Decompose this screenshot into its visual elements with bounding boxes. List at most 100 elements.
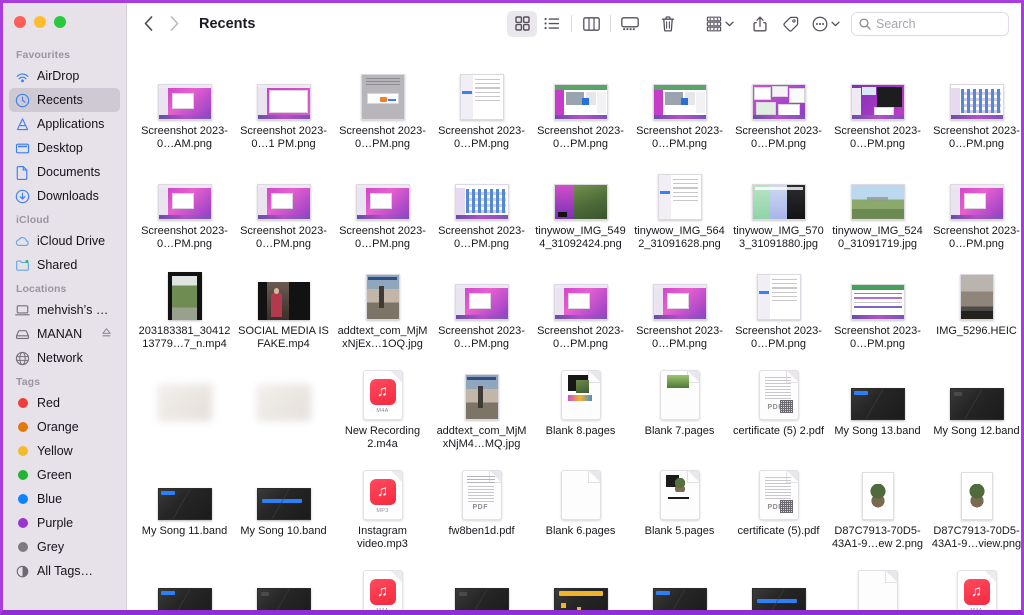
file-item[interactable]: SOCIAL MEDIA IS FAKE.mp4 [234, 258, 333, 358]
close-window-button[interactable] [14, 16, 26, 28]
sidebar-item-documents[interactable]: Documents [9, 160, 120, 184]
file-item[interactable]: PDF certificate (5).pdf [729, 458, 828, 558]
file-item[interactable]: Blank 8.pages [531, 358, 630, 458]
file-item[interactable]: Screenshot 2023-0…PM.png [630, 58, 729, 158]
file-item[interactable]: Screenshot 2023-0…PM.png [432, 158, 531, 258]
file-item[interactable] [828, 558, 927, 610]
file-item[interactable]: Screenshot 2023-0…PM.png [729, 258, 828, 358]
gallery-view-button[interactable] [615, 11, 645, 37]
tags-button[interactable] [775, 11, 805, 37]
file-name-label: Blank 8.pages [545, 425, 616, 437]
sidebar-item-desktop[interactable]: Desktop [9, 136, 120, 160]
file-item[interactable] [135, 558, 234, 610]
delete-button[interactable] [653, 11, 683, 37]
file-item[interactable]: 203183381_3041213779…7_n.mp4 [135, 258, 234, 358]
file-name-label: Screenshot 2023-0…PM.png [636, 125, 723, 150]
sidebar-item-icloud-drive[interactable]: iCloud Drive [9, 229, 120, 253]
file-item[interactable]: Screenshot 2023-0…PM.png [828, 258, 927, 358]
file-item[interactable] [234, 358, 333, 458]
file-item[interactable]: My Song 11.band [135, 458, 234, 558]
file-item[interactable]: Screenshot 2023-0…AM.png [135, 58, 234, 158]
sidebar-item-downloads[interactable]: Downloads [9, 184, 120, 208]
file-item[interactable]: tinywow_IMG_5240_31091719.jpg [828, 158, 927, 258]
file-item[interactable]: Screenshot 2023-0…PM.png [531, 58, 630, 158]
file-item[interactable]: Blank 7.pages [630, 358, 729, 458]
file-item[interactable]: My Song 13.band [828, 358, 927, 458]
file-item[interactable]: Screenshot 2023-0…PM.png [333, 58, 432, 158]
file-item[interactable]: PDF certificate (5) 2.pdf [729, 358, 828, 458]
column-view-button[interactable] [576, 11, 606, 37]
eject-icon[interactable] [101, 327, 112, 341]
file-item[interactable]: ♫ MP3 Instagram video.mp3 [333, 458, 432, 558]
file-item[interactable] [432, 558, 531, 610]
sidebar-item-blue[interactable]: Blue [9, 487, 120, 511]
file-item[interactable]: Screenshot 2023-0…PM.png [729, 58, 828, 158]
file-grid-scroll-area[interactable]: Screenshot 2023-0…AM.png Screenshot 2023-… [127, 44, 1021, 610]
file-item[interactable] [234, 558, 333, 610]
file-item[interactable]: ♫M4A [333, 558, 432, 610]
file-item[interactable]: ♫M4A [927, 558, 1021, 610]
file-item[interactable]: Screenshot 2023-0…PM.png [333, 158, 432, 258]
file-item[interactable]: D87C7913-70D5-43A1-9…ew 2.png [828, 458, 927, 558]
toolbar-divider [571, 15, 572, 32]
file-item[interactable]: Blank 5.pages [630, 458, 729, 558]
sidebar-item-grey[interactable]: Grey [9, 535, 120, 559]
sidebar-item-yellow[interactable]: Yellow [9, 439, 120, 463]
file-item[interactable]: IMG_5296.HEIC [927, 258, 1021, 358]
file-item[interactable] [135, 358, 234, 458]
file-item[interactable]: My Song 10.band [234, 458, 333, 558]
file-item[interactable]: Screenshot 2023-0…PM.png [432, 258, 531, 358]
file-item[interactable]: Screenshot 2023-0…PM.png [630, 258, 729, 358]
file-name-label: tinywow_IMG_5642_31091628.png [634, 225, 725, 250]
tag-color-dot [17, 518, 28, 528]
sidebar-item-all-tags[interactable]: All Tags… [9, 559, 120, 583]
more-chevron-down-icon[interactable] [831, 21, 840, 27]
file-item[interactable]: addtext_com_MjMxNjM4…MQ.jpg [432, 358, 531, 458]
sidebar-item-applications[interactable]: Applications [9, 112, 120, 136]
tag-dot-icon [15, 516, 30, 531]
file-item[interactable]: tinywow_IMG_5703_31091880.jpg [729, 158, 828, 258]
zoom-window-button[interactable] [54, 16, 66, 28]
file-item[interactable]: Screenshot 2023-0…PM.png [828, 58, 927, 158]
sidebar-item-manan[interactable]: MANAN [9, 322, 120, 346]
file-item[interactable]: Screenshot 2023-0…PM.png [927, 58, 1021, 158]
file-item[interactable]: Screenshot 2023-0…PM.png [927, 158, 1021, 258]
file-name-label: certificate (5) 2.pdf [732, 425, 825, 437]
file-item[interactable]: Screenshot 2023-0…1 PM.png [234, 58, 333, 158]
sidebar-item-green[interactable]: Green [9, 463, 120, 487]
file-item[interactable]: tinywow_IMG_5642_31091628.png [630, 158, 729, 258]
group-chevron-down-icon[interactable] [725, 21, 734, 27]
file-item[interactable]: Screenshot 2023-0…PM.png [135, 158, 234, 258]
back-button[interactable] [135, 11, 161, 37]
list-view-button[interactable] [537, 11, 567, 37]
file-item[interactable]: Screenshot 2023-0…PM.png [432, 58, 531, 158]
icon-view-button[interactable] [507, 10, 537, 37]
share-button[interactable] [745, 11, 775, 37]
file-item[interactable]: My Song 12.band [927, 358, 1021, 458]
sidebar-item-purple[interactable]: Purple [9, 511, 120, 535]
sidebar-item-orange[interactable]: Orange [9, 415, 120, 439]
sidebar-item-mehvish-s-m[interactable]: mehvish’s M… [9, 298, 120, 322]
file-thumbnail-screenshot-desktop-icon [630, 262, 729, 320]
search-field[interactable]: Search [851, 11, 1009, 36]
file-item[interactable] [630, 558, 729, 610]
tag-color-dot [17, 446, 28, 456]
file-name-label: My Song 10.band [240, 525, 327, 537]
minimize-window-button[interactable] [34, 16, 46, 28]
sidebar-item-airdrop[interactable]: AirDrop [9, 64, 120, 88]
file-item[interactable]: tinywow_IMG_5494_31092424.png [531, 158, 630, 258]
file-item[interactable]: PDF fw8ben1d.pdf [432, 458, 531, 558]
file-item[interactable]: Blank 6.pages [531, 458, 630, 558]
file-item[interactable]: ♫ M4A New Recording 2.m4a [333, 358, 432, 458]
sidebar-item-shared[interactable]: Shared [9, 253, 120, 277]
file-item[interactable]: D87C7913-70D5-43A1-9…view.png [927, 458, 1021, 558]
file-item[interactable] [729, 558, 828, 610]
sidebar-item-network[interactable]: Network [9, 346, 120, 370]
file-item[interactable]: addtext_com_MjMxNjEx…1OQ.jpg [333, 258, 432, 358]
file-item[interactable] [531, 558, 630, 610]
sidebar-item-recents[interactable]: Recents [9, 88, 120, 112]
forward-button[interactable] [161, 11, 187, 37]
sidebar-item-red[interactable]: Red [9, 391, 120, 415]
file-item[interactable]: Screenshot 2023-0…PM.png [234, 158, 333, 258]
file-item[interactable]: Screenshot 2023-0…PM.png [531, 258, 630, 358]
